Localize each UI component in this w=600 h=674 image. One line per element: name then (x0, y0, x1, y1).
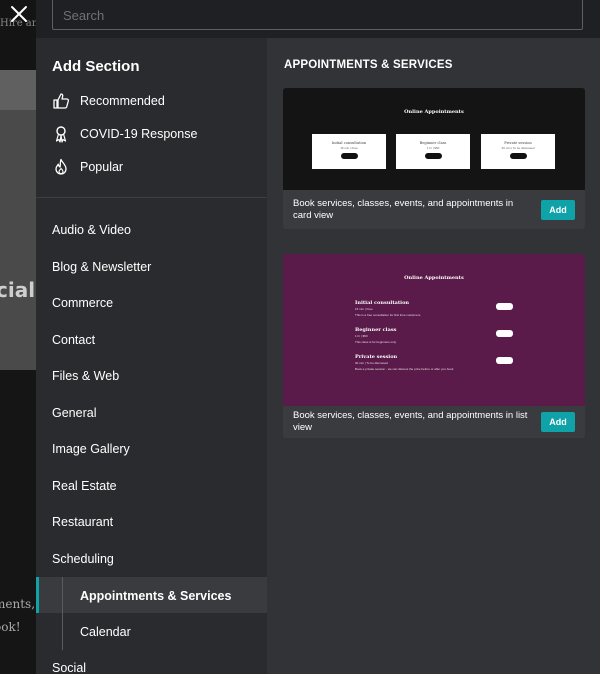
background-text-line: ments, (0, 597, 36, 611)
template-preview: Online Appointments Initial consultation… (283, 254, 585, 406)
preview-book-button (425, 153, 442, 159)
section-templates-panel: APPOINTMENTS & SERVICES Online Appointme… (267, 38, 600, 674)
preview-service-desc: This class is for beginners only. (355, 340, 397, 344)
category-scheduling[interactable]: Scheduling (52, 552, 114, 566)
panel-title: Add Section (52, 58, 140, 75)
template-card-list-view[interactable]: Online Appointments Initial consultation… (283, 254, 585, 438)
ribbon-icon (55, 126, 67, 143)
preview-service-meta: 1 hr | $50 (355, 334, 368, 338)
featured-item-covid-19-response[interactable]: COVID-19 Response (52, 122, 197, 146)
section-category-panel: Add Section Recommended COVID-19 Respons… (36, 38, 267, 674)
background-band (0, 70, 36, 110)
template-preview: Online Appointments Initial consultation… (283, 88, 585, 190)
preview-book-button (510, 153, 527, 159)
thumbs-up-icon (53, 93, 70, 109)
featured-item-label: Recommended (80, 94, 165, 108)
preview-service-meta: 30 min | To be discussed (355, 361, 388, 365)
background-heading: cial (0, 278, 36, 302)
featured-item-popular[interactable]: Popular (52, 155, 123, 179)
preview-service-card: Beginner class 1 hr | $50 (396, 134, 470, 169)
background-hero (0, 110, 36, 370)
background-page: Hire an cial ments, ook! (0, 0, 36, 674)
preview-service-desc: Book a private session - we can discuss … (355, 367, 455, 371)
featured-item-label: Popular (80, 160, 124, 174)
preview-title: Online Appointments (404, 275, 464, 281)
background-text-line: ook! (0, 620, 21, 634)
divider (36, 197, 267, 198)
template-description: Book services, classes, events, and appo… (293, 197, 514, 221)
preview-service-name: Initial consultation (331, 141, 367, 145)
preview-book-button (496, 357, 513, 364)
category-real-estate[interactable]: Real Estate (52, 479, 117, 493)
preview-book-button (496, 303, 513, 310)
close-icon[interactable] (8, 3, 30, 25)
subcategory-tree-line (62, 577, 63, 650)
subcategory-calendar[interactable]: Calendar (80, 625, 131, 639)
category-files-web[interactable]: Files & Web (52, 369, 119, 383)
preview-service-card: Private session 30 min | To be discussed (481, 134, 555, 169)
category-social[interactable]: Social (52, 661, 86, 674)
preview-book-button (496, 330, 513, 337)
add-button[interactable]: Add (541, 412, 575, 432)
flame-icon (55, 158, 67, 175)
preview-service-name: Beginner class (419, 141, 447, 145)
featured-item-label: COVID-19 Response (80, 127, 198, 141)
search-input[interactable] (52, 0, 583, 30)
add-button[interactable]: Add (541, 199, 575, 220)
category-general[interactable]: General (52, 406, 96, 420)
featured-item-recommended[interactable]: Recommended (52, 89, 165, 113)
category-title: APPOINTMENTS & SERVICES (284, 59, 453, 71)
preview-service-name: Private session (355, 354, 398, 360)
active-indicator (36, 577, 39, 613)
template-card-footer: Book services, classes, events, and appo… (283, 190, 585, 229)
template-card-card-view[interactable]: Online Appointments Initial consultation… (283, 88, 585, 229)
preview-book-button (341, 153, 358, 159)
preview-service-name: Beginner class (355, 327, 397, 333)
preview-service-desc: This is a free consultation for first ti… (355, 313, 422, 317)
preview-service-name: Initial consultation (355, 300, 410, 306)
preview-service-meta: 15 min | Free (340, 146, 358, 150)
subcategory-appointments-services[interactable]: Appointments & Services (80, 589, 231, 603)
category-restaurant[interactable]: Restaurant (52, 515, 113, 529)
category-contact[interactable]: Contact (52, 333, 95, 347)
preview-service-meta: 1 hr | $50 (426, 146, 440, 150)
search-bar (36, 0, 600, 38)
template-description: Book services, classes, events, and appo… (293, 410, 528, 433)
preview-service-meta: 15 min | Free (355, 307, 373, 311)
preview-service-card: Initial consultation 15 min | Free (312, 134, 386, 169)
preview-service-name: Private session (504, 141, 532, 145)
category-commerce[interactable]: Commerce (52, 296, 113, 310)
preview-title: Online Appointments (404, 109, 464, 115)
category-image-gallery[interactable]: Image Gallery (52, 442, 130, 456)
category-blog-newsletter[interactable]: Blog & Newsletter (52, 260, 151, 274)
preview-service-meta: 30 min | To be discussed (501, 146, 535, 150)
category-audio-video[interactable]: Audio & Video (52, 223, 131, 237)
template-card-footer: Book services, classes, events, and appo… (283, 406, 585, 438)
